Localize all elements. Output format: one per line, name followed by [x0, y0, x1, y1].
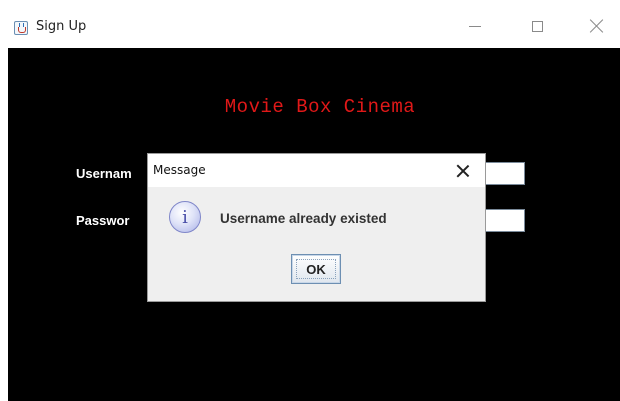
- window-titlebar: Sign Up: [0, 0, 620, 48]
- info-icon: i: [169, 201, 201, 233]
- close-icon: [457, 165, 469, 177]
- dialog-title: Message: [153, 163, 206, 177]
- dialog-titlebar: Message: [148, 154, 485, 187]
- app-heading: Movie Box Cinema: [224, 96, 416, 118]
- minimize-button[interactable]: [452, 10, 498, 42]
- maximize-button[interactable]: [514, 10, 560, 42]
- dialog-message: Username already existed: [220, 211, 387, 226]
- message-dialog: Message i Username already existed OK: [147, 153, 486, 302]
- window-title: Sign Up: [36, 19, 87, 34]
- ok-button[interactable]: OK: [291, 254, 341, 284]
- java-app-icon: [14, 21, 28, 35]
- close-icon: [590, 19, 604, 33]
- maximize-icon: [531, 20, 543, 32]
- username-label: Usernam: [76, 166, 132, 181]
- password-label: Passwor: [76, 213, 130, 228]
- ok-button-label: OK: [306, 261, 326, 277]
- minimize-icon: [469, 25, 481, 27]
- close-button[interactable]: [574, 10, 620, 42]
- dialog-close-button[interactable]: [452, 160, 474, 182]
